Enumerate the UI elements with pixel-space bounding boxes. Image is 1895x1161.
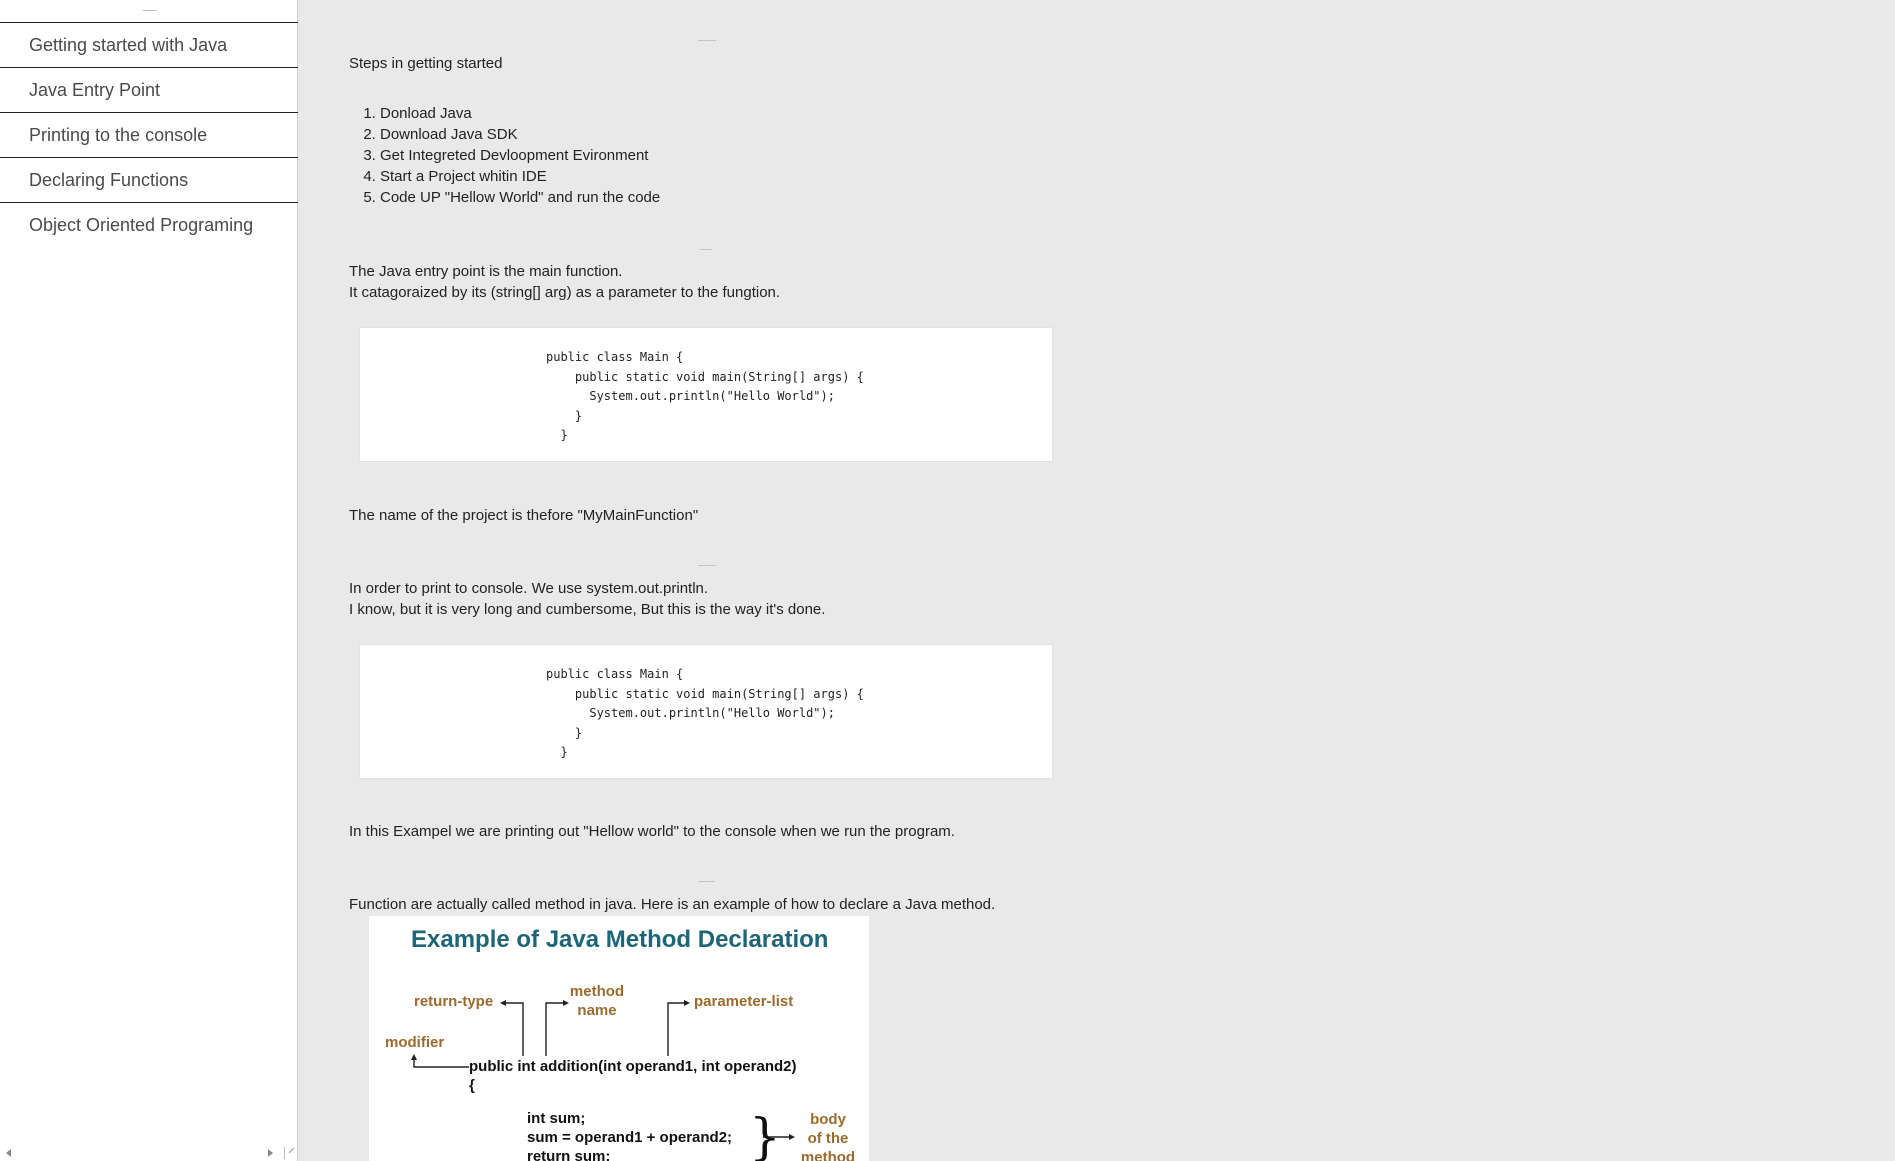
body-label-line1: body	[810, 1111, 846, 1128]
method-open-brace: {	[469, 1077, 475, 1094]
body-brace-icon: }	[749, 1108, 781, 1161]
method-body-line: sum = operand1 + operand2;	[527, 1129, 733, 1146]
method-name-arrow	[545, 1002, 564, 1056]
sidebar-horizontal-scrollbar[interactable]	[0, 1147, 298, 1161]
modifier-label: modifier	[385, 1034, 445, 1051]
scroll-right-arrow-icon[interactable]	[268, 1149, 273, 1157]
section-divider	[699, 881, 715, 882]
entry-point-text-1: The Java entry point is the main functio…	[349, 263, 623, 280]
step-item: Donload Java	[380, 103, 660, 124]
functions-text-1: Function are actually called method in j…	[349, 896, 996, 913]
sidebar-nav: Getting started with Java Java Entry Poi…	[0, 22, 298, 247]
sidebar-item-declaring-functions[interactable]: Declaring Functions	[0, 158, 298, 203]
printing-note: In this Exampel we are printing out "Hel…	[349, 823, 955, 840]
section-divider	[698, 565, 716, 566]
parameter-list-arrow	[667, 1002, 685, 1056]
method-body-line: return sum;	[527, 1148, 611, 1161]
step-item: Download Java SDK	[380, 124, 660, 145]
code-snippet: public class Main { public static void m…	[546, 667, 864, 759]
method-name-label-line2: name	[577, 1002, 617, 1019]
getting-started-heading: Steps in getting started	[349, 55, 503, 72]
arrowhead-icon	[684, 1000, 690, 1006]
body-label-line3: method	[800, 1149, 856, 1161]
modifier-arrow	[413, 1059, 469, 1068]
java-method-declaration-diagram: Example of Java Method Declaration} ret…	[369, 916, 869, 1161]
sidebar-item-printing-to-console[interactable]: Printing to the console	[0, 113, 298, 158]
printing-text-2: I know, but it is very long and cumberso…	[349, 601, 826, 618]
arrowhead-icon	[500, 1000, 506, 1006]
getting-started-steps: Donload Java Download Java SDK Get Integ…	[363, 103, 660, 208]
arrowhead-icon	[411, 1054, 417, 1060]
sidebar-top-divider	[143, 10, 157, 11]
body-label-line2: of the	[807, 1130, 849, 1147]
section-divider	[698, 40, 716, 41]
scroll-left-arrow-icon[interactable]	[6, 1149, 11, 1157]
method-name-label-line1: method	[569, 983, 625, 1000]
printing-text-1: In order to print to console. We use sys…	[349, 580, 709, 597]
entry-point-code-block: public class Main { public static void m…	[359, 327, 1053, 462]
return-type-arrow	[505, 1002, 524, 1056]
printing-code-block: public class Main { public static void m…	[359, 644, 1053, 779]
sidebar-item-object-oriented-programing[interactable]: Object Oriented Programing	[0, 203, 298, 247]
section-divider	[700, 249, 712, 250]
code-snippet: public class Main { public static void m…	[546, 350, 864, 442]
method-signature: public int addition(int operand1, int op…	[469, 1058, 797, 1075]
return-type-label: return-type	[414, 993, 494, 1010]
entry-point-text-2: It catagoraized by its (string[] arg) as…	[349, 284, 781, 301]
resize-grip-icon[interactable]	[284, 1147, 297, 1159]
parameter-list-label: parameter-list	[694, 993, 794, 1010]
method-body-line: int sum;	[527, 1110, 586, 1127]
step-item: Start a Project whitin IDE	[380, 166, 660, 187]
arrowhead-icon	[789, 1134, 795, 1140]
sidebar-item-getting-started[interactable]: Getting started with Java	[0, 23, 298, 68]
sidebar-item-java-entry-point[interactable]: Java Entry Point	[0, 68, 298, 113]
entry-point-note: The name of the project is thefore "MyMa…	[349, 507, 699, 524]
sidebar: Getting started with Java Java Entry Poi…	[0, 0, 298, 1161]
step-item: Code UP "Hellow World" and run the code	[380, 187, 660, 208]
step-item: Get Integreted Devloopment Evironment	[380, 145, 660, 166]
